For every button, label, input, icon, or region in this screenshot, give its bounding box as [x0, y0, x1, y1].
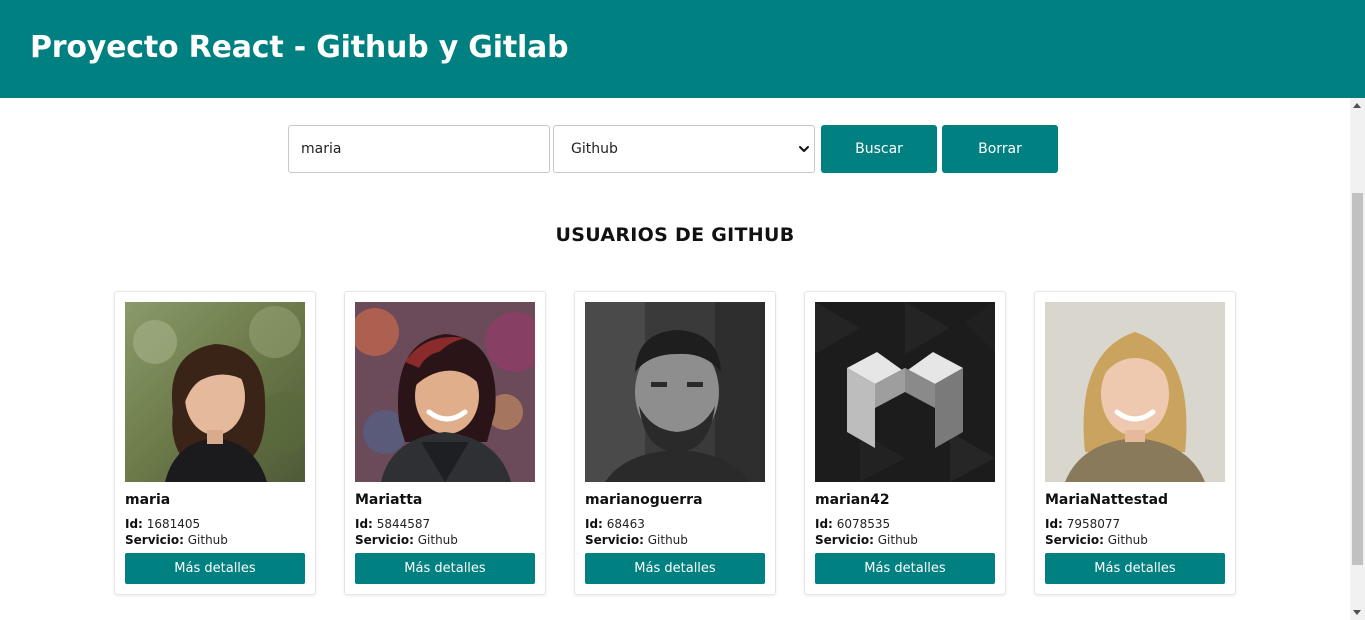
user-service: Servicio: Github [125, 533, 228, 547]
avatar [355, 302, 535, 482]
user-login: MariaNattestad [1045, 492, 1169, 508]
user-service: Servicio: Github [585, 533, 688, 547]
page-title: Proyecto React - Github y Gitlab [30, 30, 569, 65]
user-id: Id: 5844587 [355, 517, 431, 531]
user-login: marianoguerra [585, 492, 703, 508]
user-id: Id: 7958077 [1045, 517, 1121, 531]
service-select[interactable]: Github [553, 125, 815, 173]
avatar [125, 302, 305, 482]
service-select-value: Github [571, 141, 618, 157]
scroll-thumb[interactable] [1352, 193, 1363, 565]
avatar [815, 302, 995, 482]
details-button[interactable]: Más detalles [585, 553, 765, 584]
user-card: marian42 Id: 6078535 Servicio: Github Má… [804, 291, 1006, 595]
chevron-down-icon [799, 146, 809, 152]
avatar [585, 302, 765, 482]
details-button[interactable]: Más detalles [355, 553, 535, 584]
scrollbar[interactable] [1350, 98, 1365, 620]
user-login: Mariatta [355, 492, 423, 508]
scroll-up-icon[interactable] [1353, 103, 1361, 108]
search-button[interactable]: Buscar [821, 125, 937, 173]
results-title: USUARIOS DE GITHUB [555, 224, 795, 246]
details-button[interactable]: Más detalles [815, 553, 995, 584]
user-card: MariaNattestad Id: 7958077 Servicio: Git… [1034, 291, 1236, 595]
user-service: Servicio: Github [355, 533, 458, 547]
user-login: marian42 [815, 492, 890, 508]
avatar [1045, 302, 1225, 482]
user-id: Id: 1681405 [125, 517, 201, 531]
details-button[interactable]: Más detalles [125, 553, 305, 584]
search-input[interactable] [288, 125, 550, 173]
user-login: maria [125, 492, 171, 508]
details-button[interactable]: Más detalles [1045, 553, 1225, 584]
user-id: Id: 68463 [585, 517, 645, 531]
user-card: maria Id: 1681405 Servicio: Github Más d… [114, 291, 316, 595]
user-card: Mariatta Id: 5844587 Servicio: Github Má… [344, 291, 546, 595]
user-service: Servicio: Github [815, 533, 918, 547]
user-service: Servicio: Github [1045, 533, 1148, 547]
clear-button[interactable]: Borrar [942, 125, 1058, 173]
app-header: Proyecto React - Github y Gitlab [0, 0, 1365, 98]
user-id: Id: 6078535 [815, 517, 891, 531]
scroll-down-icon[interactable] [1353, 610, 1361, 615]
user-card: marianoguerra Id: 68463 Servicio: Github… [574, 291, 776, 595]
